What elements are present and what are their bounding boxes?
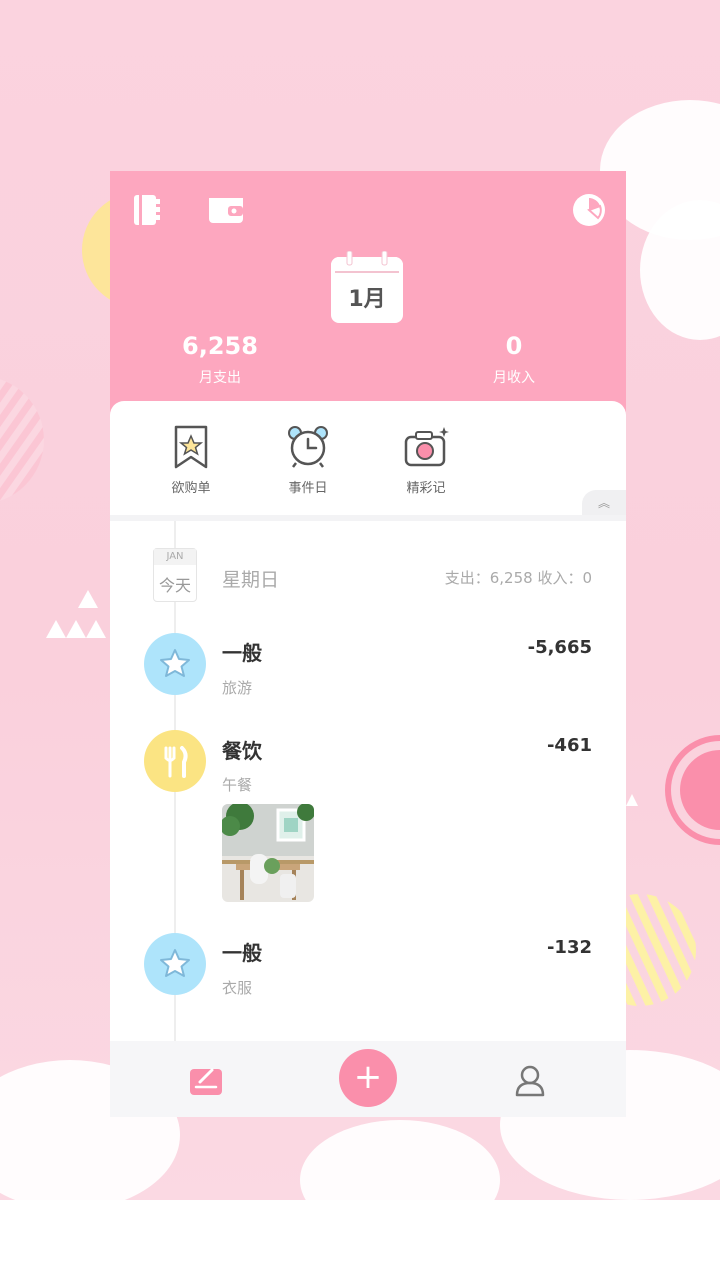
highlights-button[interactable]: 精彩记 [381,425,471,496]
section-divider [110,515,626,521]
transaction-note: 午餐 [222,776,253,794]
transaction-category: 餐饮 [222,739,262,763]
room-photo-image [222,804,314,902]
wallet-icon[interactable] [208,195,244,225]
transaction-amount: -461 [546,735,592,756]
user-icon[interactable] [514,1063,546,1097]
highlights-label: 精彩记 [406,481,446,496]
category-bubble [144,730,206,792]
category-bubble [144,633,206,695]
transaction-category: 一般 [222,641,262,665]
edit-note-icon[interactable] [188,1063,224,1097]
transaction-row[interactable]: 一般 旅游 -5,665 [110,631,626,711]
notebook-icon[interactable] [130,193,162,227]
category-bubble [144,933,206,995]
fork-knife-icon [164,746,188,778]
event-day-label: 事件日 [288,481,328,496]
monthly-expense-label: 月支出 [199,370,241,386]
event-day-button[interactable]: 事件日 [263,425,353,496]
header: 1月 6,258 月支出 0 月收入 [110,171,626,421]
transaction-row[interactable]: 一般 衣服 -132 [110,933,626,1013]
monthly-income-label: 月收入 [493,370,535,386]
monthly-expense-value: 6,258 [182,332,258,360]
bookmark-star-icon [174,425,208,469]
wishlist-label: 欲购单 [171,481,211,496]
transaction-photo[interactable] [222,804,314,902]
bottom-tab-bar: + [110,1041,626,1117]
camera-icon [404,427,449,467]
double-chevron-up-icon: ︽ [597,496,610,510]
wishlist-button[interactable]: 欲购单 [146,425,236,496]
day-summary: 支出：6,258 收入：0 [444,569,592,587]
transaction-amount: -5,665 [527,637,592,658]
pie-chart-icon[interactable] [572,193,606,227]
alarm-clock-icon [288,426,328,468]
app-screen: 1月 6,258 月支出 0 月收入 欲购单 事件日 精彩记 ︽ JAN 今天 … [110,171,626,1117]
transaction-amount: -132 [546,937,592,958]
today-label: 今天 [158,576,191,595]
calendar-month-button[interactable]: 1月 [331,251,403,323]
transaction-row[interactable]: 餐饮 午餐 -461 [110,729,626,909]
monthly-income-value: 0 [505,332,523,360]
transaction-note: 衣服 [222,979,253,997]
weekday-label: 星期日 [222,569,280,591]
month-abbr: JAN [154,549,196,565]
content-card: 欲购单 事件日 精彩记 ︽ JAN 今天 星期日 支出：6,258 收入：0 一… [110,401,626,1117]
add-entry-button[interactable]: + [339,1049,397,1107]
star-icon [160,649,190,677]
today-date-badge: JAN 今天 [153,548,197,602]
transaction-note: 旅游 [222,679,253,697]
collapse-button[interactable]: ︽ [582,490,626,516]
star-icon [160,949,190,977]
transaction-category: 一般 [222,941,262,965]
calendar-month-label: 1月 [348,287,386,312]
